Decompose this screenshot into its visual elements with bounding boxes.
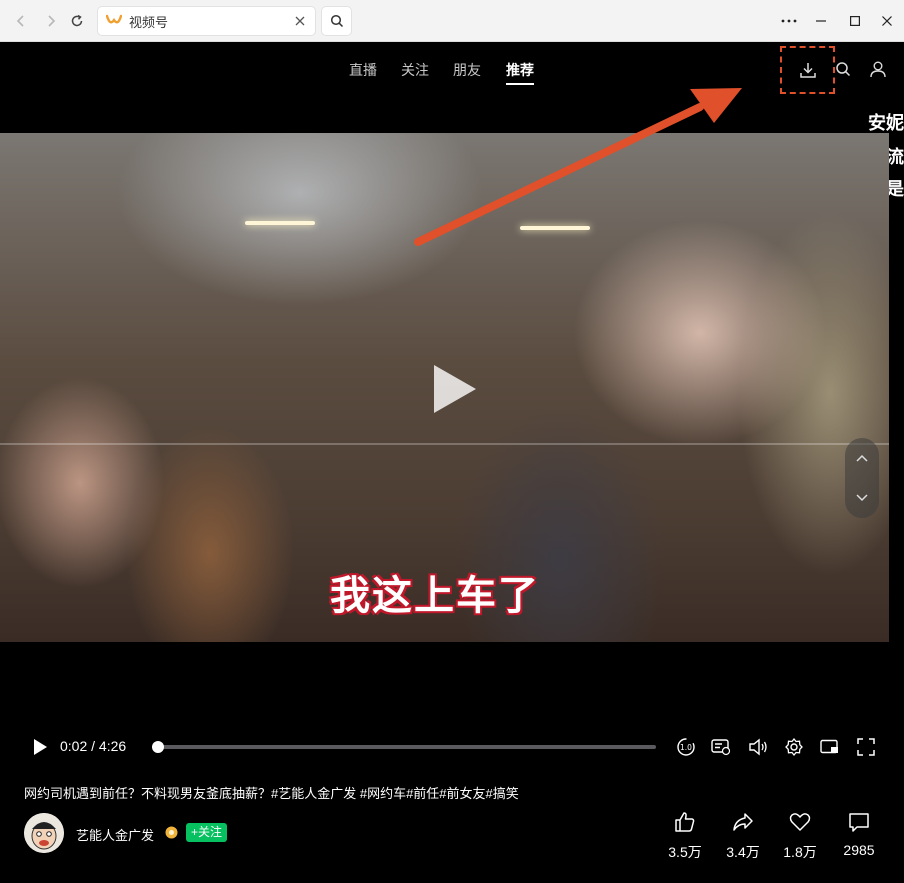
tab-close-button[interactable] — [291, 12, 309, 30]
reload-icon — [71, 14, 83, 27]
play-button[interactable] — [30, 737, 50, 757]
favorite-count: 1.8万 — [783, 844, 817, 860]
chevron-up-icon[interactable] — [854, 450, 870, 466]
close-icon — [295, 16, 305, 26]
speed-button[interactable]: 1.0 — [675, 736, 697, 758]
thumbs-up-icon — [675, 812, 695, 832]
play-overlay-icon[interactable] — [428, 361, 480, 417]
author-avatar[interactable] — [24, 813, 64, 853]
browser-tab[interactable]: 视频号 — [97, 6, 316, 36]
chevron-down-icon[interactable] — [854, 490, 870, 506]
browser-search-button[interactable] — [321, 6, 352, 36]
nav-tab-recommended[interactable]: 推荐 — [506, 60, 534, 85]
settings-icon — [785, 737, 803, 757]
progress-knob[interactable] — [152, 741, 164, 753]
danmaku-icon — [711, 739, 731, 756]
ceiling-light — [245, 221, 315, 225]
minimize-icon — [816, 20, 826, 22]
ceiling-light — [520, 226, 590, 230]
more-dots-icon — [781, 19, 797, 23]
fullscreen-button[interactable] — [855, 736, 877, 758]
follow-button[interactable]: +关注 — [186, 823, 228, 842]
user-icon — [870, 61, 886, 78]
arrow-right-icon — [48, 15, 56, 27]
close-window-button[interactable] — [874, 8, 900, 34]
volume-button[interactable] — [747, 736, 769, 758]
download-icon — [799, 63, 816, 78]
video-subtitle: 我这上车了 — [330, 572, 540, 619]
video-glitch-band — [0, 443, 889, 445]
reload-button[interactable] — [66, 10, 88, 32]
favorite-button[interactable]: 1.8万 — [770, 810, 830, 862]
share-icon — [733, 813, 753, 831]
like-button[interactable]: 3.5万 — [655, 810, 715, 862]
danmaku-button[interactable] — [710, 736, 732, 758]
video-description: 网约司机遇到前任？不料现男友釜底抽薪？#艺能人金广发 #网约车#前任#前女友#搞… — [24, 786, 519, 801]
nav-tab-friends[interactable]: 朋友 — [453, 60, 481, 80]
progress-bar[interactable] — [158, 745, 656, 749]
back-button[interactable] — [10, 10, 32, 32]
comment-button[interactable]: 2985 — [829, 810, 889, 858]
forward-button[interactable] — [40, 10, 62, 32]
minimize-button[interactable] — [808, 8, 834, 34]
video-player[interactable]: 我这上车了 — [0, 133, 889, 642]
more-menu-button[interactable] — [776, 8, 802, 34]
fullscreen-icon — [857, 738, 875, 756]
search-icon — [836, 62, 851, 77]
heart-icon — [789, 813, 811, 831]
share-button[interactable]: 3.4万 — [713, 810, 773, 862]
search-icon — [330, 14, 343, 28]
verified-badge-icon — [165, 826, 178, 839]
speed-icon: 1.0 — [677, 738, 695, 756]
pip-button[interactable] — [819, 736, 841, 758]
close-icon — [882, 16, 892, 26]
search-button[interactable] — [832, 58, 854, 80]
speed-label: 1.0 — [680, 743, 692, 752]
maximize-button[interactable] — [842, 8, 868, 34]
nav-tab-live[interactable]: 直播 — [349, 60, 377, 80]
download-button[interactable] — [780, 46, 835, 94]
tab-title: 视频号 — [129, 14, 169, 30]
comment-icon — [849, 813, 869, 832]
volume-icon — [749, 738, 767, 756]
channel-nav: 直播 关注 朋友 推荐 — [0, 42, 904, 94]
nav-tab-following[interactable]: 关注 — [401, 60, 429, 80]
maximize-icon — [850, 16, 860, 26]
like-count: 3.5万 — [668, 844, 702, 860]
share-count: 3.4万 — [726, 844, 760, 860]
settings-button[interactable] — [783, 736, 805, 758]
comment-count: 2985 — [843, 842, 875, 858]
pip-icon — [820, 739, 838, 754]
avatar-cartoon-icon — [24, 813, 64, 853]
browser-toolbar: 视频号 — [0, 0, 904, 42]
side-caption-line-1: 安妮 — [868, 113, 904, 133]
channels-logo-icon — [106, 14, 122, 24]
profile-button[interactable] — [867, 58, 889, 80]
time-display: 0:02 / 4:26 — [60, 738, 127, 754]
video-switcher — [845, 438, 879, 518]
author-name[interactable]: 艺能人金广发 — [76, 825, 154, 844]
arrow-left-icon — [16, 15, 24, 27]
